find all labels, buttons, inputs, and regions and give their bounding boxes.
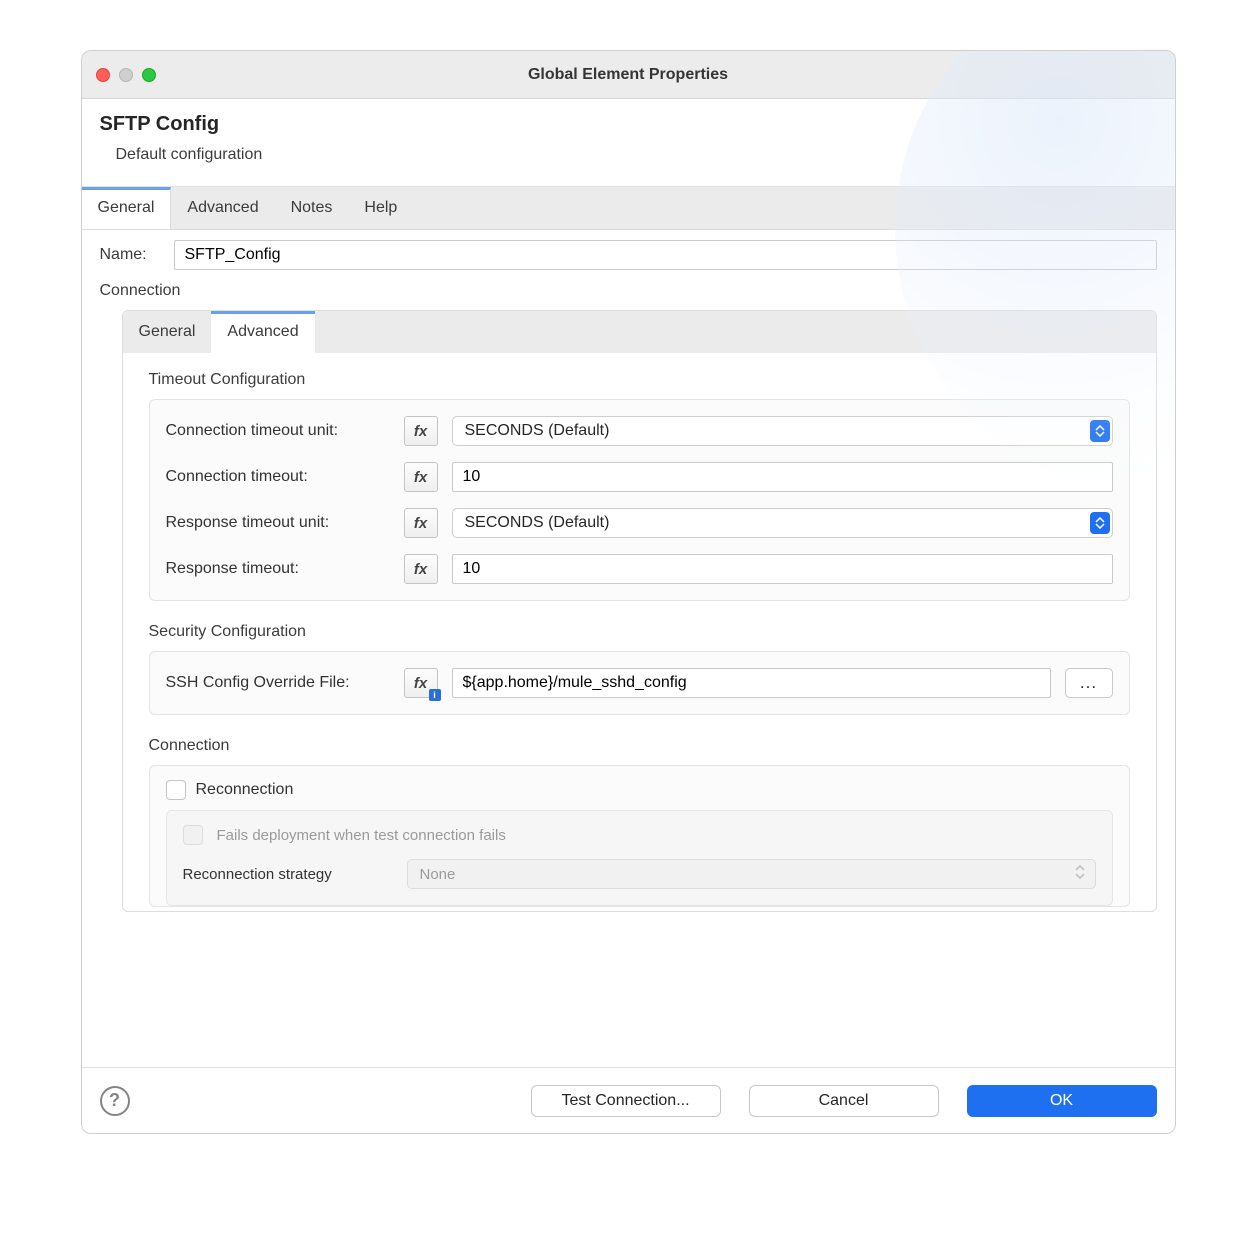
connection-subtitle: Connection bbox=[149, 737, 1130, 755]
reconnection-group: Reconnection Fails deployment when test … bbox=[149, 765, 1130, 907]
tab-notes[interactable]: Notes bbox=[275, 187, 349, 229]
inner-tab-advanced[interactable]: Advanced bbox=[211, 311, 314, 353]
strategy-select: None bbox=[407, 859, 1096, 889]
tab-help[interactable]: Help bbox=[348, 187, 413, 229]
timeout-group: Connection timeout unit: fx SECONDS (Def… bbox=[149, 399, 1130, 601]
test-connection-button[interactable]: Test Connection... bbox=[531, 1085, 721, 1117]
close-icon[interactable] bbox=[96, 68, 110, 82]
ssh-config-label: SSH Config Override File: bbox=[166, 674, 390, 692]
fx-button[interactable]: fx bbox=[404, 508, 438, 538]
reconnection-checkbox[interactable] bbox=[166, 780, 186, 800]
chevron-updown-icon bbox=[1090, 512, 1110, 534]
resp-timeout-input[interactable] bbox=[452, 554, 1113, 584]
ssh-config-input[interactable] bbox=[452, 668, 1051, 698]
header: SFTP Config Default configuration bbox=[82, 99, 1175, 187]
browse-button[interactable]: ... bbox=[1065, 668, 1113, 698]
dialog-window: Global Element Properties SFTP Config De… bbox=[81, 50, 1176, 1134]
strategy-value: None bbox=[420, 866, 456, 883]
fx-button[interactable]: fx i bbox=[404, 668, 438, 698]
reconnection-subpanel: Fails deployment when test connection fa… bbox=[166, 810, 1113, 906]
conn-timeout-unit-label: Connection timeout unit: bbox=[166, 422, 390, 440]
window-controls bbox=[82, 68, 156, 82]
minimize-icon bbox=[119, 68, 133, 82]
footer: ? Test Connection... Cancel OK bbox=[82, 1067, 1175, 1133]
fails-deploy-checkbox bbox=[183, 825, 203, 845]
inner-tab-general[interactable]: General bbox=[123, 311, 212, 353]
resp-timeout-label: Response timeout: bbox=[166, 560, 390, 578]
footer-buttons: Test Connection... Cancel OK bbox=[531, 1085, 1157, 1117]
chevron-updown-icon bbox=[1075, 865, 1085, 883]
conn-timeout-input[interactable] bbox=[452, 462, 1113, 492]
resp-timeout-unit-label: Response timeout unit: bbox=[166, 514, 390, 532]
tab-advanced[interactable]: Advanced bbox=[171, 187, 274, 229]
fails-deploy-label: Fails deployment when test connection fa… bbox=[217, 827, 506, 844]
help-icon[interactable]: ? bbox=[100, 1086, 130, 1116]
reconnection-checkbox-row: Reconnection bbox=[166, 780, 1113, 800]
zoom-icon[interactable] bbox=[142, 68, 156, 82]
security-title: Security Configuration bbox=[149, 623, 1130, 641]
ok-button[interactable]: OK bbox=[967, 1085, 1157, 1117]
conn-timeout-unit-value: SECONDS (Default) bbox=[465, 422, 610, 440]
name-label: Name: bbox=[100, 246, 160, 264]
resp-timeout-unit-select[interactable]: SECONDS (Default) bbox=[452, 508, 1113, 538]
resp-timeout-unit-value: SECONDS (Default) bbox=[465, 514, 610, 532]
security-group: SSH Config Override File: fx i ... bbox=[149, 651, 1130, 715]
reconnection-checkbox-label: Reconnection bbox=[196, 781, 294, 799]
info-badge-icon: i bbox=[429, 689, 441, 701]
cancel-button[interactable]: Cancel bbox=[749, 1085, 939, 1117]
tab-general[interactable]: General bbox=[82, 187, 172, 229]
conn-timeout-label: Connection timeout: bbox=[166, 468, 390, 486]
strategy-label: Reconnection strategy bbox=[183, 866, 393, 883]
fx-button[interactable]: fx bbox=[404, 416, 438, 446]
fx-button[interactable]: fx bbox=[404, 554, 438, 584]
fx-button[interactable]: fx bbox=[404, 462, 438, 492]
